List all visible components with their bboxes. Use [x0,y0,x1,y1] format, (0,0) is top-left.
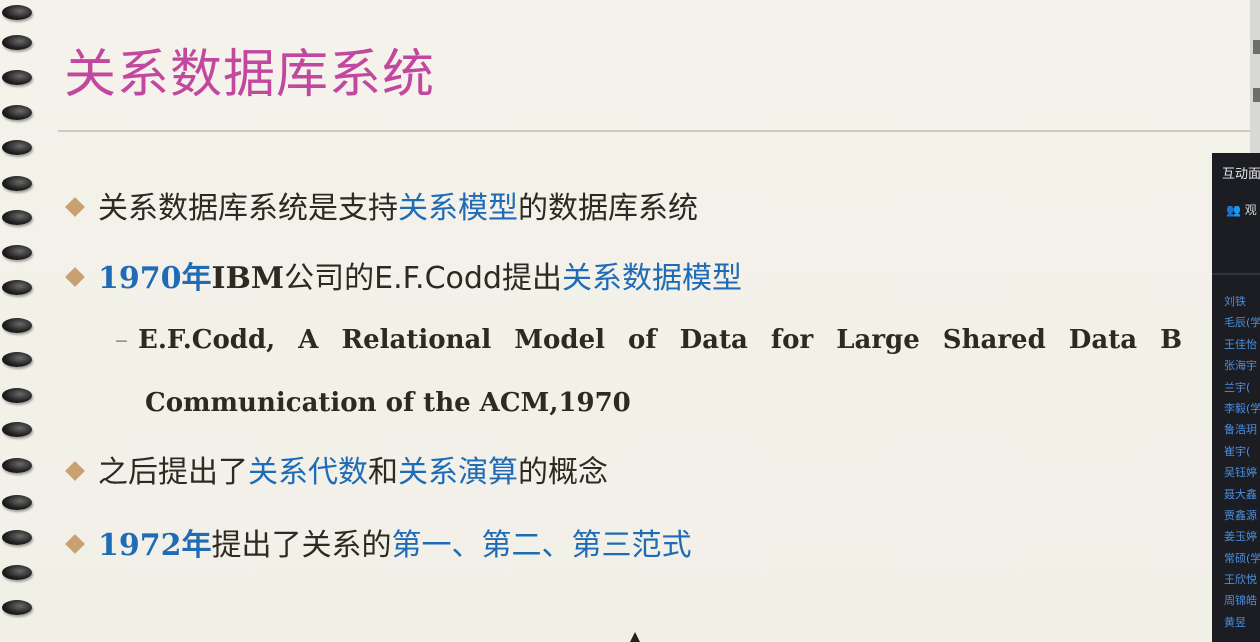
bullet-1: 关系数据库系统是支持关系模型的数据库系统 [65,183,698,227]
participant-item[interactable]: 崔宇( [1224,441,1260,462]
viewers-label: 观 [1244,203,1257,217]
participant-item[interactable]: 贾鑫源 [1224,505,1260,526]
window-edge [1250,0,1260,153]
ring-binding-icon [2,70,32,85]
reference-line-1: E.F.Codd, A Relational Model of Data for… [138,325,1183,355]
ring-binding-icon [2,280,32,295]
participant-item[interactable]: 吴钰婷 [1224,462,1260,483]
participant-item[interactable]: 聂大鑫 [1224,484,1260,505]
panel-divider [1212,273,1260,275]
bullet-emphasis: 第一、第二、第三范式 [391,528,692,563]
participant-item[interactable]: 兰宇( [1224,377,1260,398]
dash-bullet: – [115,325,128,355]
bullet-emphasis: 关系代数 [248,455,368,490]
slide-title: 关系数据库系统 [64,45,436,105]
bullet-2: 1970年IBM公司的E.F.Codd提出关系数据模型 [65,253,742,297]
ring-binding-icon [2,35,32,50]
participant-item[interactable]: 常硕(学 [1224,548,1260,569]
edge-control[interactable] [1253,88,1260,102]
ring-binding-icon [2,530,32,545]
bullet-text: 提出了关系的 [211,528,392,563]
notebook-rings [0,0,44,642]
mouse-cursor-icon [630,632,640,642]
bullet-emphasis: 关系模型 [398,191,518,226]
presentation-slide: 关系数据库系统 关系数据库系统是支持关系模型的数据库系统 1970年IBM公司的… [0,0,1250,642]
ring-binding-icon [2,140,32,155]
ring-binding-icon [2,422,32,437]
bullet-3: 之后提出了关系代数和关系演算的概念 [65,447,608,491]
participant-item[interactable]: 李毅(学 [1224,398,1260,419]
participant-item[interactable]: 王欣悦 [1224,569,1260,590]
ring-binding-icon [2,245,32,260]
ring-binding-icon [2,5,32,20]
ring-binding-icon [2,176,32,191]
bullet-emphasis: 1972年 [98,528,212,563]
diamond-bullet-icon [65,266,85,287]
participant-item[interactable]: 周锦皓 [1224,590,1260,611]
interaction-panel: 互动面 👥 观 刘铁 毛辰(学 王佳怡 张海宇 兰宇(李毅(学 鲁浩玥 崔宇(吴钰婷 聂大鑫贾… [1212,153,1260,642]
ring-binding-icon [2,388,32,403]
bullet-text: 的数据库系统 [518,191,698,226]
ring-binding-icon [2,600,32,615]
bullet-text: 之后提出了 [98,455,248,490]
participant-item[interactable]: 张海宇 [1224,355,1260,376]
bullet-4: 1972年提出了关系的第一、第二、第三范式 [65,520,692,564]
bullet-text: 公司的E.F.Codd提出 [284,261,562,296]
title-divider [58,130,1250,132]
sub-bullet-reference: – E.F.Codd, A Relational Model of Data fo… [115,325,1182,355]
bullet-emphasis: 关系数据模型 [561,261,742,296]
bullet-emphasis: 1970年 [98,261,212,296]
participant-item[interactable]: 毛辰(学 [1224,312,1260,333]
participant-list: 刘铁 毛辰(学 王佳怡 张海宇 兰宇(李毅(学 鲁浩玥 崔宇(吴钰婷 聂大鑫 贾鑫源 姜玉婷 常硕(… [1224,291,1260,633]
bullet-text: 的概念 [518,455,608,490]
participant-item[interactable]: 黄昱 [1224,612,1260,633]
ring-binding-icon [2,495,32,510]
participant-item[interactable]: 鲁浩玥 [1224,419,1260,440]
ring-binding-icon [2,105,32,120]
bullet-text: IBM [211,261,285,296]
diamond-bullet-icon [65,460,85,481]
bullet-text: 和 [368,455,398,490]
ring-binding-icon [2,318,32,333]
ring-binding-icon [2,352,32,367]
panel-title: 互动面 [1222,167,1260,182]
ring-binding-icon [2,565,32,580]
participant-item[interactable]: 姜玉婷 [1224,526,1260,547]
bullet-text: 关系数据库系统是支持 [98,191,398,226]
ring-binding-icon [2,210,32,225]
diamond-bullet-icon [65,196,85,217]
edge-control[interactable] [1253,40,1260,54]
diamond-bullet-icon [65,533,85,554]
bullet-emphasis: 关系演算 [398,455,518,490]
ring-binding-icon [2,458,32,473]
viewers-tab[interactable]: 👥 观 [1226,201,1257,218]
participant-item[interactable]: 刘铁 [1224,291,1260,312]
user-icon: 👥 [1226,203,1241,217]
participant-item[interactable]: 王佳怡 [1224,334,1260,355]
reference-line-2: Communication of the ACM,1970 [145,388,631,418]
